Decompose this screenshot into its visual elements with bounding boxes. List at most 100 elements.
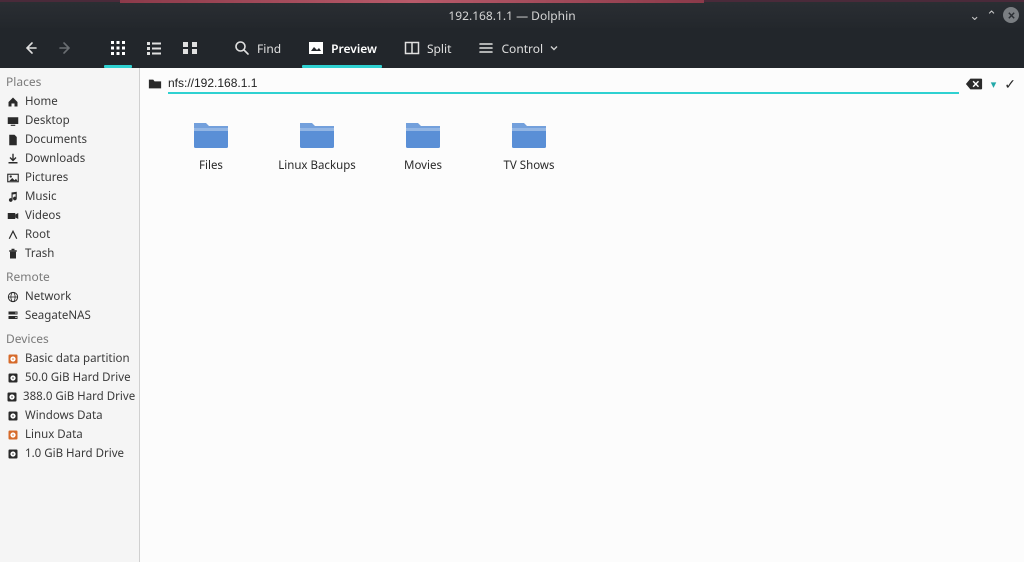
sidebar-item[interactable]: 50.0 GiB Hard Drive (0, 368, 139, 387)
folder-label: Movies (404, 158, 442, 173)
control-label: Control (501, 40, 543, 57)
sidebar-item[interactable]: Trash (0, 244, 139, 263)
disk-color-icon (6, 352, 20, 366)
arrow-right-icon (57, 39, 75, 57)
trash-icon (6, 247, 20, 261)
split-label: Split (427, 40, 452, 57)
preview-button[interactable]: Preview (298, 33, 386, 63)
titlebar: 192.168.1.1 — Dolphin ⌄ ⌃ (0, 0, 1024, 28)
home-icon (6, 95, 20, 109)
sidebar-item-label: Music (25, 189, 57, 204)
sidebar-item-label: Root (25, 227, 50, 242)
sidebar-item[interactable]: Network (0, 287, 139, 306)
back-button[interactable] (12, 33, 48, 63)
view-icons-button[interactable] (100, 33, 136, 63)
sidebar-item-label: Home (25, 94, 58, 109)
toolbar: Find Preview Split Control (0, 28, 1024, 68)
music-icon (6, 190, 20, 204)
arrow-left-icon (21, 39, 39, 57)
sidebar-item-label: Network (25, 289, 71, 304)
view-details-button[interactable] (172, 33, 208, 63)
desktop-icon (6, 114, 20, 128)
sidebar-item[interactable]: 388.0 GiB Hard Drive (0, 387, 139, 406)
list-icon (145, 39, 163, 57)
folder-item[interactable]: Movies (370, 110, 476, 179)
network-icon (6, 290, 20, 304)
titlebar-accent (120, 0, 704, 3)
disk-icon (6, 371, 20, 385)
location-bar: ▾ ✓ (140, 68, 1024, 96)
sidebar-item[interactable]: Root (0, 225, 139, 244)
folder-icon (148, 77, 162, 91)
sidebar-item[interactable]: SeagateNAS (0, 306, 139, 325)
sidebar-item-label: Documents (25, 132, 87, 147)
main-pane: ▾ ✓ Files Linux Backups Movies TV Shows (140, 68, 1024, 562)
sidebar-item-label: SeagateNAS (25, 308, 91, 323)
sidebar-item-label: Trash (25, 246, 54, 261)
preview-label: Preview (331, 40, 377, 57)
close-button[interactable] (1003, 7, 1019, 23)
disk-icon (6, 390, 18, 404)
folder-item[interactable]: Linux Backups (264, 110, 370, 179)
sidebar-item[interactable]: Pictures (0, 168, 139, 187)
split-icon (403, 39, 421, 57)
sidebar-item[interactable]: Documents (0, 130, 139, 149)
sidebar-item[interactable]: Home (0, 92, 139, 111)
forward-button[interactable] (48, 33, 84, 63)
sidebar-item-label: Basic data partition (25, 351, 130, 366)
disk-icon (6, 409, 20, 423)
folder-label: Files (199, 158, 223, 173)
sidebar-item[interactable]: Linux Data (0, 425, 139, 444)
file-grid: Files Linux Backups Movies TV Shows (140, 96, 1024, 562)
sidebar-item[interactable]: Desktop (0, 111, 139, 130)
folder-item[interactable]: Files (158, 110, 264, 179)
sidebar-item[interactable]: Windows Data (0, 406, 139, 425)
find-label: Find (257, 40, 281, 57)
nas-icon (6, 309, 20, 323)
sidebar-item[interactable]: Basic data partition (0, 349, 139, 368)
search-icon (233, 39, 251, 57)
videos-icon (6, 209, 20, 223)
grid-small-icon (109, 39, 127, 57)
sidebar-item-label: 388.0 GiB Hard Drive (23, 389, 135, 404)
window-buttons: ⌄ ⌃ (969, 6, 1019, 24)
control-button[interactable]: Control (468, 33, 568, 63)
sidebar-item[interactable]: Videos (0, 206, 139, 225)
pictures-icon (6, 171, 20, 185)
sidebar-item-label: Desktop (25, 113, 70, 128)
minimize-button[interactable]: ⌄ (969, 6, 980, 24)
downloads-icon (6, 152, 20, 166)
go-button[interactable]: ✓ (1004, 75, 1016, 94)
folder-item[interactable]: TV Shows (476, 110, 582, 179)
sidebar-item-label: Downloads (25, 151, 85, 166)
sidebar-item[interactable]: Music (0, 187, 139, 206)
maximize-button[interactable]: ⌃ (986, 6, 997, 24)
menu-icon (477, 39, 495, 57)
sidebar-item-label: Linux Data (25, 427, 83, 442)
sidebar-section-label: Remote (0, 263, 139, 287)
sidebar-item-label: 50.0 GiB Hard Drive (25, 370, 131, 385)
sidebar: Places Home Desktop Documents Downloads Pictu… (0, 68, 140, 562)
disk-color-icon (6, 428, 20, 442)
chevron-down-icon (549, 39, 559, 57)
location-input[interactable] (168, 74, 959, 94)
documents-icon (6, 133, 20, 147)
location-history-button[interactable]: ▾ (991, 77, 997, 92)
folder-label: TV Shows (504, 158, 555, 173)
sidebar-item-label: 1.0 GiB Hard Drive (25, 446, 124, 461)
sidebar-item-label: Pictures (25, 170, 68, 185)
sidebar-item[interactable]: Downloads (0, 149, 139, 168)
grid-large-icon (181, 39, 199, 57)
folder-label: Linux Backups (278, 158, 356, 173)
sidebar-item[interactable]: 1.0 GiB Hard Drive (0, 444, 139, 463)
split-button[interactable]: Split (394, 33, 461, 63)
root-icon (6, 228, 20, 242)
view-compact-button[interactable] (136, 33, 172, 63)
clear-location-button[interactable] (965, 77, 983, 91)
sidebar-item-label: Windows Data (25, 408, 103, 423)
sidebar-section-label: Places (0, 68, 139, 92)
find-button[interactable]: Find (224, 33, 290, 63)
disk-icon (6, 447, 20, 461)
image-icon (307, 39, 325, 57)
sidebar-item-label: Videos (25, 208, 61, 223)
